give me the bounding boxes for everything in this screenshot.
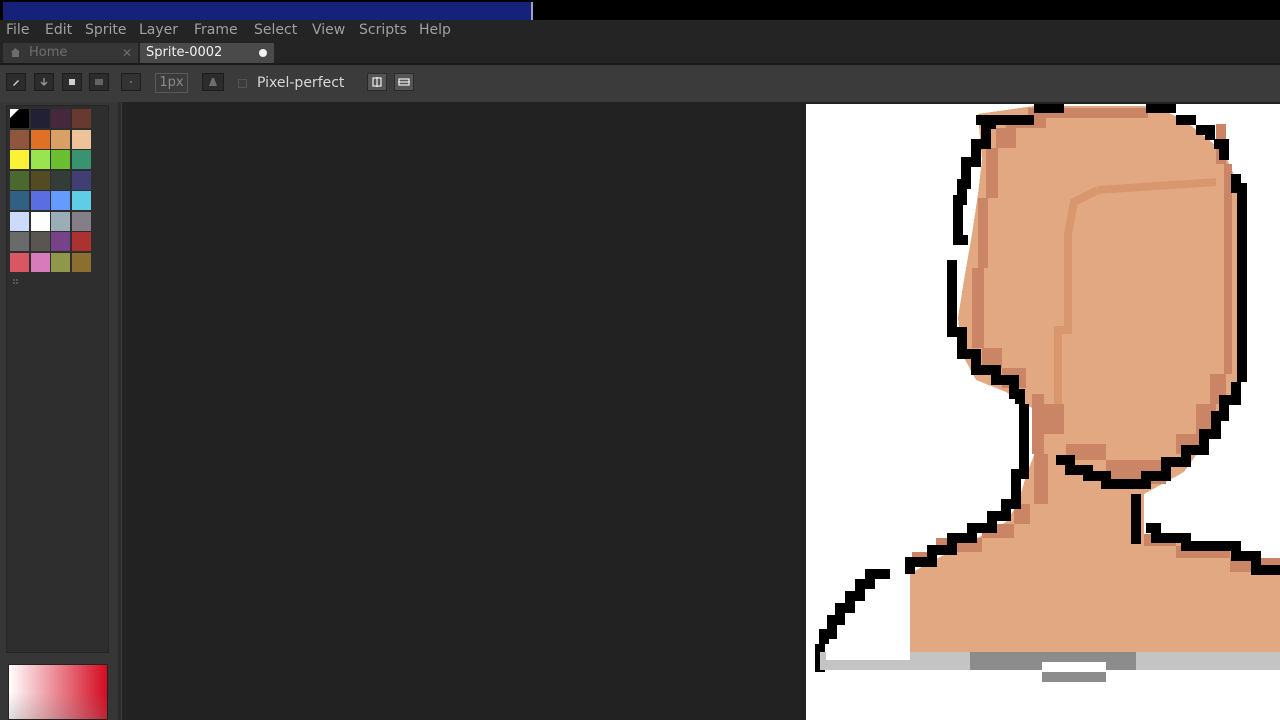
palette-swatch[interactable] — [71, 252, 91, 272]
brush-size-field[interactable]: 1px — [155, 73, 188, 93]
brush-line-icon[interactable] — [89, 73, 109, 91]
context-toolbar: 1px Pixel-perfect — [0, 65, 1280, 103]
tab-home-close-icon[interactable]: ✕ — [122, 43, 132, 63]
color-palette — [6, 105, 109, 653]
fg-bg-indicator-icon — [10, 109, 19, 118]
palette-swatch[interactable] — [51, 129, 70, 149]
tab-bar: Home ✕ Sprite-0002 — [0, 41, 1280, 65]
tab-home[interactable]: Home ✕ — [3, 43, 138, 63]
palette-swatch[interactable] — [51, 109, 70, 128]
tab-sprite-label: Sprite-0002 — [146, 45, 223, 60]
menu-edit[interactable]: Edit — [45, 22, 72, 39]
menu-file[interactable]: File — [6, 22, 29, 39]
left-panel — [0, 102, 118, 720]
ink-type-icon[interactable] — [202, 73, 224, 91]
palette-swatch[interactable] — [30, 211, 50, 231]
menu-sprite[interactable]: Sprite — [85, 22, 127, 39]
palette-swatch[interactable] — [71, 211, 91, 231]
menu-select[interactable]: Select — [254, 22, 297, 39]
tab-home-label: Home — [29, 45, 68, 60]
palette-swatch[interactable] — [51, 191, 70, 210]
brush-down-icon[interactable] — [34, 73, 54, 91]
pencil-tool-icon[interactable] — [6, 73, 26, 91]
palette-swatch[interactable] — [10, 129, 29, 149]
color-picker[interactable] — [8, 664, 108, 720]
menu-frame[interactable]: Frame — [194, 22, 238, 39]
palette-swatch[interactable] — [30, 191, 50, 210]
menu-view[interactable]: View — [312, 22, 345, 39]
palette-swatch[interactable] — [71, 109, 91, 128]
unsaved-dot-icon[interactable] — [259, 49, 267, 57]
sprite-canvas[interactable] — [806, 104, 1280, 720]
menu-layer[interactable]: Layer — [139, 22, 178, 39]
palette-swatch[interactable] — [30, 150, 50, 169]
menu-bar: File Edit Sprite Layer Frame Select View… — [0, 20, 1280, 41]
palette-swatch[interactable] — [71, 191, 91, 210]
menu-scripts[interactable]: Scripts — [359, 22, 407, 39]
palette-swatch[interactable] — [30, 129, 50, 149]
palette-swatch[interactable] — [30, 170, 50, 190]
palette-swatch[interactable] — [71, 129, 91, 149]
home-icon — [11, 48, 20, 57]
symmetry-vertical-icon[interactable] — [394, 73, 414, 91]
pixel-perfect-label: Pixel-perfect — [257, 75, 345, 91]
brush-angle-icon[interactable] — [121, 73, 141, 91]
shirt-white-patch — [1042, 662, 1106, 672]
symmetry-horizontal-icon[interactable] — [367, 73, 387, 91]
palette-swatch[interactable] — [30, 109, 50, 128]
palette-swatch[interactable] — [10, 170, 29, 190]
window-title-bar — [3, 2, 533, 20]
palette-swatch[interactable] — [51, 252, 70, 272]
palette-swatch[interactable] — [10, 191, 29, 210]
palette-swatch[interactable] — [71, 150, 91, 169]
palette-swatch[interactable] — [51, 232, 70, 251]
brush-square-icon[interactable] — [62, 73, 82, 91]
palette-swatch[interactable] — [10, 252, 29, 272]
shirt-bottom — [1042, 672, 1106, 682]
palette-swatch[interactable] — [51, 211, 70, 231]
palette-swatch[interactable] — [30, 252, 50, 272]
palette-swatch[interactable] — [71, 170, 91, 190]
palette-swatch[interactable] — [10, 211, 29, 231]
palette-swatch[interactable] — [30, 232, 50, 251]
collar-left-white — [826, 652, 910, 660]
menu-help[interactable]: Help — [419, 22, 451, 39]
pixel-perfect-checkbox[interactable] — [238, 79, 247, 88]
palette-swatch[interactable] — [10, 150, 29, 169]
tab-sprite-0002[interactable]: Sprite-0002 — [140, 43, 274, 63]
palette-swatch[interactable] — [51, 150, 70, 169]
palette-swatch[interactable] — [10, 232, 29, 251]
palette-swatch[interactable] — [71, 232, 91, 251]
palette-swatch[interactable] — [51, 170, 70, 190]
palette-resize-handle-icon[interactable] — [12, 278, 20, 286]
